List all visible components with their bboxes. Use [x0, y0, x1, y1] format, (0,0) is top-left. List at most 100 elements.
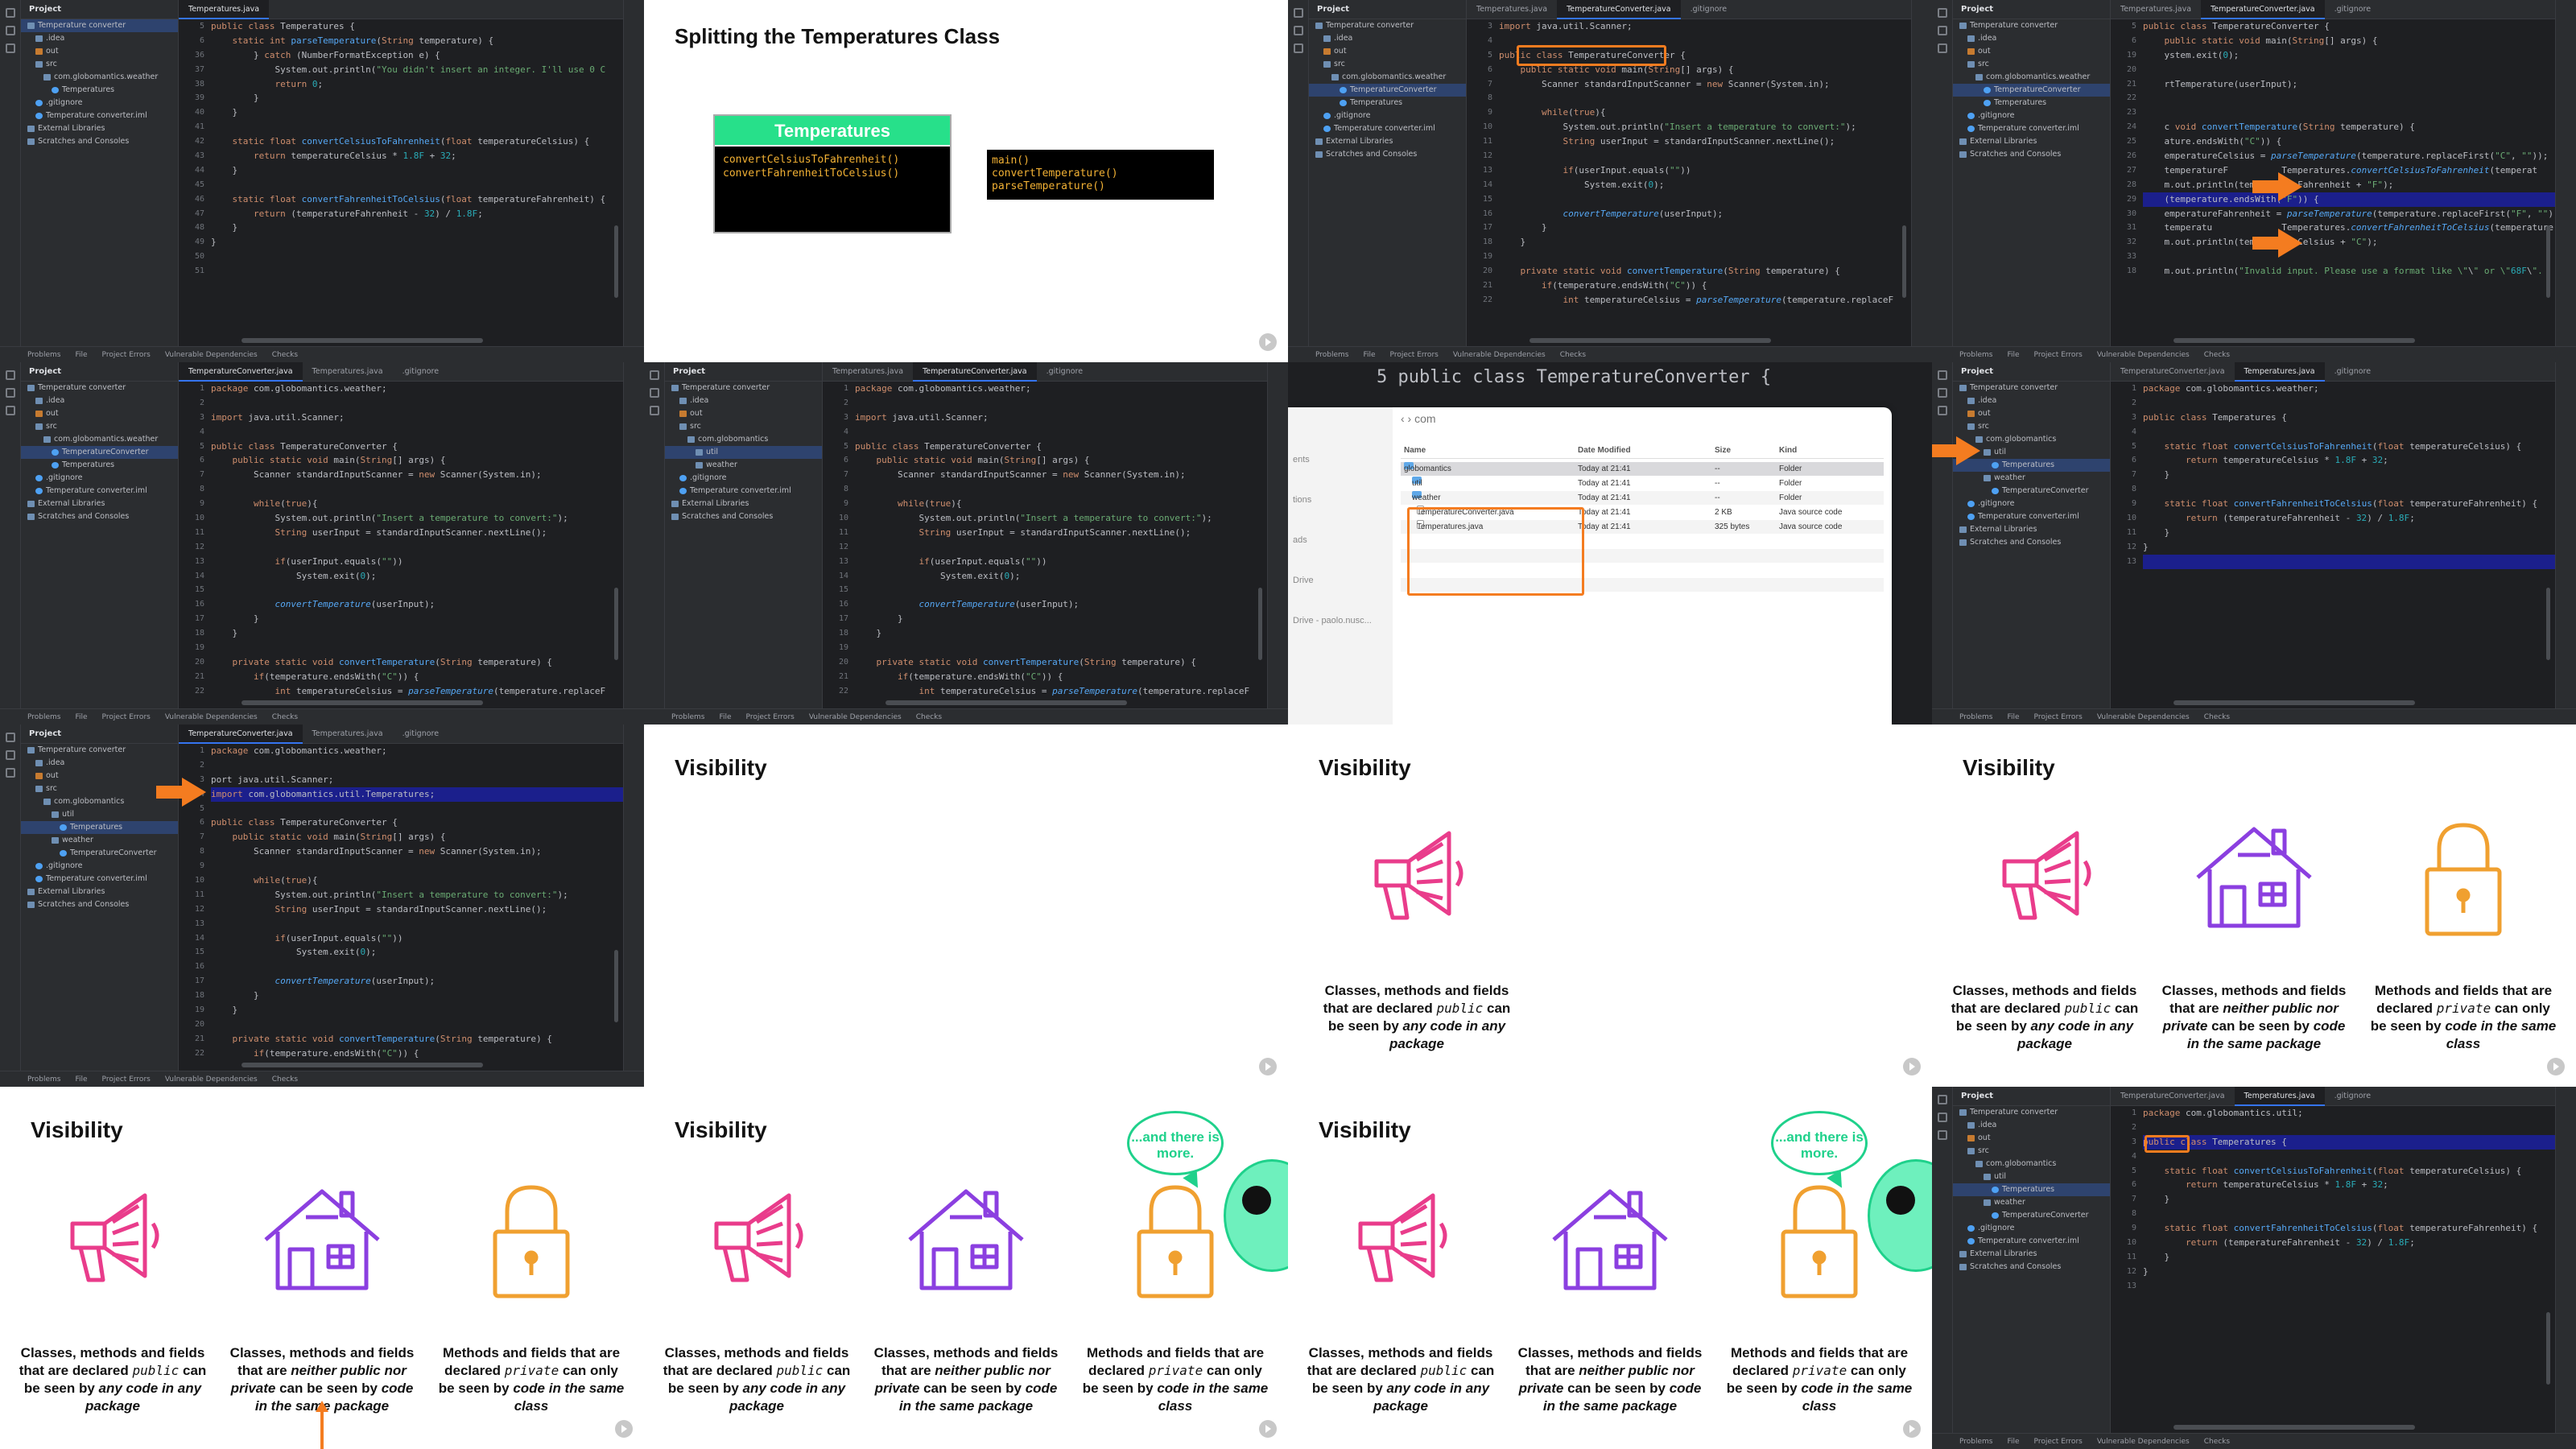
commit-icon[interactable] [1937, 388, 1947, 398]
tab-temperatures[interactable]: Temperatures.java [2111, 0, 2201, 19]
tree-item-gitignore[interactable]: .gitignore [1953, 497, 2110, 510]
finder-row[interactable]: weather Today at 21:41 -- Folder [1401, 491, 1884, 505]
tab-converter[interactable]: TemperatureConverter.java [2111, 362, 2235, 382]
vertical-scrollbar[interactable] [614, 225, 618, 298]
code-editor[interactable]: package com.globomantics.weather; public … [2143, 382, 2555, 708]
vertical-scrollbar[interactable] [2546, 1312, 2550, 1385]
commit-icon[interactable] [1937, 26, 1947, 35]
tree-item-gitignore[interactable]: .gitignore [1953, 109, 2110, 122]
tree-item-out[interactable]: out [1309, 45, 1466, 58]
tab-gitignore[interactable]: .gitignore [393, 362, 448, 382]
horizontal-scrollbar[interactable] [886, 700, 1127, 705]
tree-item-weather[interactable]: weather [665, 459, 822, 472]
project-panel-title[interactable]: Project [21, 0, 178, 19]
tree-item-util[interactable]: util [665, 446, 822, 459]
status-item[interactable]: File [2007, 713, 2019, 721]
finder-row[interactable]: globomantics Today at 21:41 -- Folder [1401, 462, 1884, 476]
status-item[interactable]: Checks [916, 713, 942, 721]
tree-item-project_name[interactable]: Temperature converter [1953, 1106, 2110, 1119]
tree-item-temperatures[interactable]: Temperatures [21, 821, 178, 834]
tree-item-iml[interactable]: Temperature converter.iml [21, 109, 178, 122]
tree-item-pkg_weather[interactable]: com.globomantics.weather [1953, 71, 2110, 84]
tree-item-scratches[interactable]: Scratches and Consoles [21, 135, 178, 148]
vertical-scrollbar[interactable] [614, 950, 618, 1022]
vertical-scrollbar[interactable] [614, 588, 618, 660]
finder-row[interactable]: util Today at 21:41 -- Folder [1401, 477, 1884, 490]
project-panel-title[interactable]: Project [1953, 362, 2110, 382]
tab-temperatures[interactable]: Temperatures.java [2234, 362, 2325, 382]
tree-item-ext[interactable]: External Libraries [21, 122, 178, 135]
tab-temperatures[interactable]: Temperatures.java [2234, 1087, 2325, 1106]
finder-sidebar-item[interactable]: Drive [1293, 560, 1393, 601]
code-editor[interactable]: package com.globomantics.weather; import … [211, 382, 623, 708]
tree-item-scratches[interactable]: Scratches and Consoles [1953, 1261, 2110, 1274]
tab-gitignore[interactable]: .gitignore [2325, 1087, 2380, 1106]
status-item[interactable]: Project Errors [2034, 351, 2083, 359]
structure-icon[interactable] [1937, 406, 1947, 415]
tree-item-iml[interactable]: Temperature converter.iml [1953, 510, 2110, 523]
tree-item-temperatures[interactable]: Temperatures [1309, 97, 1466, 109]
tab-gitignore[interactable]: .gitignore [2325, 362, 2380, 382]
status-item[interactable]: Vulnerable Dependencies [165, 1075, 258, 1084]
commit-icon[interactable] [5, 750, 15, 760]
tree-item-converter[interactable]: TemperatureConverter [1309, 84, 1466, 97]
tree-item-out[interactable]: out [1953, 1132, 2110, 1145]
commit-icon[interactable] [5, 388, 15, 398]
tree-item-project_name[interactable]: Temperature converter [21, 19, 178, 32]
status-item[interactable]: Problems [27, 713, 60, 721]
code-editor[interactable]: package com.globomantics.weather; import … [855, 382, 1267, 708]
tree-item-out[interactable]: out [21, 45, 178, 58]
tree-item-pkg_globomantics[interactable]: com.globomantics [21, 795, 178, 808]
tree-item-gitignore[interactable]: .gitignore [1953, 1222, 2110, 1235]
status-item[interactable]: Vulnerable Dependencies [165, 351, 258, 359]
tree-item-src[interactable]: src [665, 420, 822, 433]
tree-item-ext[interactable]: External Libraries [1309, 135, 1466, 148]
finder-column-date-modified[interactable]: Date Modified [1578, 446, 1631, 455]
tree-item-src[interactable]: src [21, 420, 178, 433]
tree-item-gitignore[interactable]: .gitignore [665, 472, 822, 485]
status-item[interactable]: Problems [1959, 1438, 1992, 1446]
status-item[interactable]: Project Errors [102, 351, 151, 359]
status-item[interactable]: Checks [2204, 713, 2230, 721]
status-item[interactable]: Vulnerable Dependencies [2097, 1438, 2190, 1446]
tree-item-util[interactable]: util [1953, 1170, 2110, 1183]
tree-item-ext[interactable]: External Libraries [1953, 135, 2110, 148]
tree-item-temperatures[interactable]: Temperatures [1953, 1183, 2110, 1196]
tree-item-out[interactable]: out [1953, 45, 2110, 58]
status-item[interactable]: Vulnerable Dependencies [2097, 351, 2190, 359]
status-item[interactable]: Checks [1560, 351, 1586, 359]
tree-item-project_name[interactable]: Temperature converter [21, 744, 178, 757]
tree-item-temperatures[interactable]: Temperatures [21, 84, 178, 97]
tree-item-src[interactable]: src [1953, 58, 2110, 71]
tree-item-ext[interactable]: External Libraries [21, 497, 178, 510]
status-item[interactable]: Vulnerable Dependencies [165, 713, 258, 721]
structure-icon[interactable] [1937, 43, 1947, 53]
code-editor[interactable]: public class Temperatures { static int p… [211, 19, 623, 346]
tree-item-iml[interactable]: Temperature converter.iml [1953, 122, 2110, 135]
horizontal-scrollbar[interactable] [242, 1063, 483, 1067]
tab-converter[interactable]: TemperatureConverter.java [1557, 0, 1681, 19]
vertical-scrollbar[interactable] [2546, 588, 2550, 660]
status-item[interactable]: File [75, 1075, 87, 1084]
finder-sidebar-item[interactable]: ads [1293, 520, 1393, 560]
status-item[interactable]: Checks [272, 1075, 298, 1084]
tree-item-out[interactable]: out [1953, 407, 2110, 420]
tree-item-temperatures[interactable]: Temperatures [21, 459, 178, 472]
commit-icon[interactable] [5, 26, 15, 35]
project-panel-title[interactable]: Project [1309, 0, 1466, 19]
folder-icon[interactable] [1937, 8, 1947, 18]
tree-item-idea[interactable]: .idea [665, 394, 822, 407]
status-item[interactable]: File [719, 713, 731, 721]
tree-item-src[interactable]: src [21, 58, 178, 71]
tree-item-pkg_globomantics[interactable]: com.globomantics [1953, 1158, 2110, 1170]
status-item[interactable]: File [2007, 351, 2019, 359]
code-editor[interactable]: package com.globomantics.util; public cla… [2143, 1106, 2555, 1433]
status-item[interactable]: Checks [272, 713, 298, 721]
horizontal-scrollbar[interactable] [1530, 338, 1771, 343]
tree-item-scratches[interactable]: Scratches and Consoles [21, 898, 178, 911]
tree-item-scratches[interactable]: Scratches and Consoles [21, 510, 178, 523]
status-item[interactable]: Vulnerable Dependencies [1453, 351, 1546, 359]
finder-sidebar-item[interactable]: ents [1293, 440, 1393, 480]
tree-item-pkg_weather[interactable]: com.globomantics.weather [21, 71, 178, 84]
status-item[interactable]: Checks [2204, 351, 2230, 359]
